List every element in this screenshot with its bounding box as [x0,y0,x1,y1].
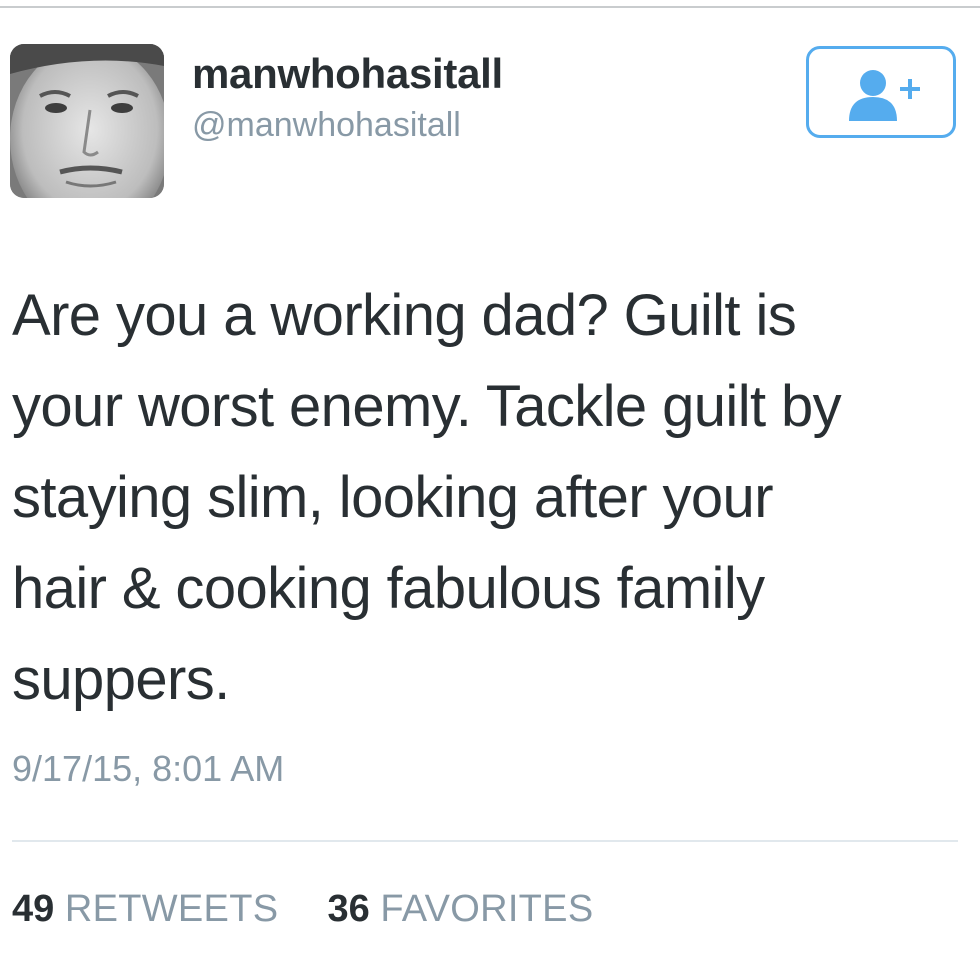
user-handle[interactable]: @manwhohasitall [192,106,461,145]
tweet-timestamp[interactable]: 9/17/15, 8:01 AM [12,748,284,790]
tweet-stats: 49 RETWEETS 36 FAVORITES [12,888,593,931]
top-divider [0,6,980,8]
display-name[interactable]: manwhohasitall [192,50,503,98]
tweet-line: hair & cooking fabulous family [12,556,765,621]
favorites-count: 36 [327,888,370,930]
tweet-line: staying slim, looking after your [12,465,774,530]
profile-photo-icon [10,44,164,198]
retweets-count: 49 [12,888,55,930]
retweets-stat[interactable]: 49 RETWEETS [12,888,289,930]
retweets-label: RETWEETS [64,888,279,930]
tweet-line: suppers. [12,647,230,712]
favorites-label: FAVORITES [380,888,594,930]
tweet-line: your worst enemy. Tackle guilt by [12,374,842,439]
tweet-line: Are you a working dad? Guilt is [12,283,797,348]
favorites-stat[interactable]: 36 FAVORITES [327,888,593,930]
stats-divider [12,840,958,842]
tweet-text: Are you a working dad? Guilt is your wor… [12,270,967,725]
avatar[interactable] [10,44,164,198]
follow-button[interactable] [806,46,956,138]
add-user-icon [849,70,920,121]
